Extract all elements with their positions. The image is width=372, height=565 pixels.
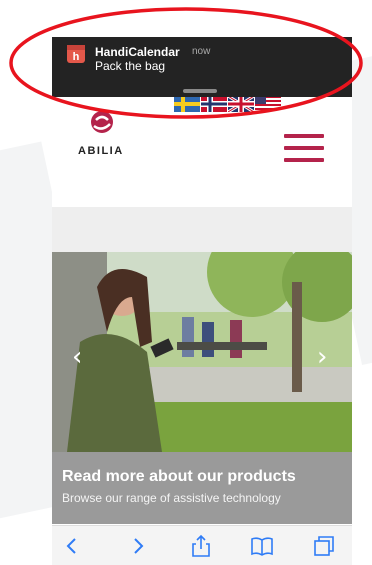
- share-icon[interactable]: [189, 534, 213, 558]
- chevron-left-icon[interactable]: ‹: [72, 342, 82, 372]
- hero-title[interactable]: Read more about our products: [62, 468, 342, 486]
- hero-caption[interactable]: Read more about our products Browse our …: [52, 452, 352, 524]
- web-page[interactable]: ABILIA ‹ › Read more about our products …: [52, 95, 352, 525]
- tabs-icon[interactable]: [312, 534, 336, 558]
- forward-icon[interactable]: [126, 534, 150, 558]
- highlight-circle-annotation: [9, 7, 363, 119]
- screenshot-stage: ABILIA ‹ › Read more about our products …: [0, 0, 372, 565]
- hero-subtitle: Browse our range of assistive technology: [62, 491, 281, 505]
- back-icon[interactable]: [60, 534, 84, 558]
- bookmarks-icon[interactable]: [250, 534, 274, 558]
- browser-toolbar: [52, 525, 352, 565]
- chevron-right-icon[interactable]: ›: [317, 342, 327, 372]
- hamburger-menu-icon[interactable]: [284, 134, 324, 166]
- hero-photo: [52, 252, 352, 452]
- hero-image[interactable]: ‹ ›: [52, 252, 352, 452]
- section-divider: [52, 207, 352, 252]
- logo-wordmark: ABILIA: [78, 145, 124, 157]
